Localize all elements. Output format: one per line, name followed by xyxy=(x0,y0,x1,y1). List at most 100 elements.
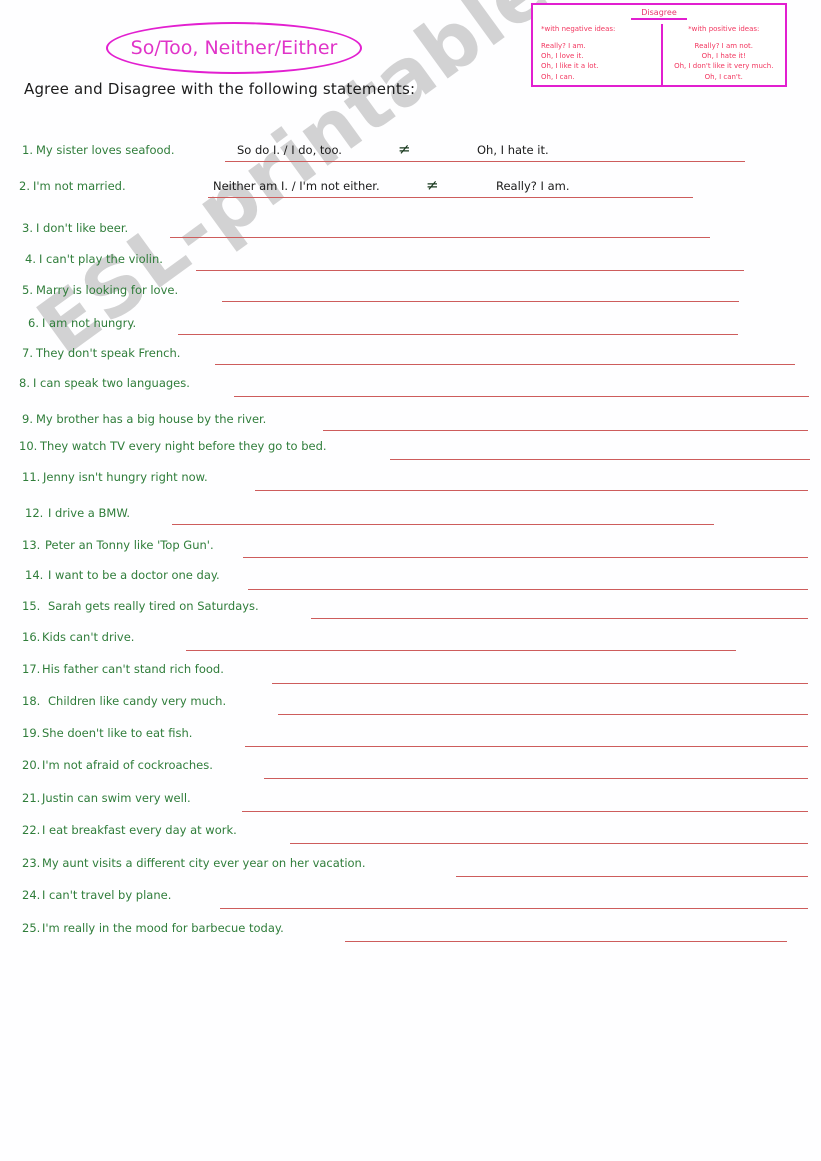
answer-write-line[interactable] xyxy=(225,161,745,162)
question-number: 14. xyxy=(25,568,44,582)
disagree-positive-column: *with positive ideas: Really? I am not. … xyxy=(663,24,786,86)
question-number: 18. xyxy=(22,694,41,708)
question-text: His father can't stand rich food. xyxy=(42,662,224,676)
negative-phrase: Oh, I can. xyxy=(541,72,575,81)
question-text: I want to be a doctor one day. xyxy=(48,568,220,582)
answer-write-line[interactable] xyxy=(196,270,744,271)
question-number: 23. xyxy=(22,856,41,870)
answer-write-line[interactable] xyxy=(215,364,795,365)
answer-write-line[interactable] xyxy=(186,650,736,651)
question-text: Sarah gets really tired on Saturdays. xyxy=(48,599,259,613)
question-text: I'm not married. xyxy=(33,179,126,193)
answer-write-line[interactable] xyxy=(272,683,808,684)
question-number: 4. xyxy=(25,252,36,266)
answer-write-line[interactable] xyxy=(456,876,808,877)
answer-write-line[interactable] xyxy=(222,301,739,302)
question-text: They watch TV every night before they go… xyxy=(40,439,327,453)
answer-write-line[interactable] xyxy=(390,459,810,460)
question-text: My brother has a big house by the river. xyxy=(36,412,267,426)
question-text: I can speak two languages. xyxy=(33,376,190,390)
question-text: I drive a BMW. xyxy=(48,506,131,520)
worksheet-title-oval: So/Too, Neither/Either xyxy=(106,22,362,74)
answer-write-line[interactable] xyxy=(178,334,738,335)
worksheet-page: ESL-printables.com So/Too, Neither/Eithe… xyxy=(0,0,821,1161)
question-list: 1. My sister loves seafood. 2. I'm not marr… xyxy=(0,0,821,1161)
question-number: 1. xyxy=(22,143,33,157)
question-number: 15. xyxy=(22,599,41,613)
example-agree-answer-2: Neither am I. / I'm not either. xyxy=(213,179,380,193)
question-number: 3. xyxy=(22,221,33,235)
answer-write-line[interactable] xyxy=(311,618,808,619)
question-number: 20. xyxy=(22,758,41,772)
disagree-negative-column: *with negative ideas: Really? I am. Oh, … xyxy=(533,24,663,86)
question-number: 13. xyxy=(22,538,41,552)
question-number: 19. xyxy=(22,726,41,740)
answer-write-line[interactable] xyxy=(290,843,808,844)
answer-write-line[interactable] xyxy=(170,237,710,238)
negative-column-header: *with negative ideas: xyxy=(541,25,616,33)
answer-write-line[interactable] xyxy=(323,430,808,431)
question-number: 2. xyxy=(19,179,30,193)
negative-phrase: Oh, I like it a lot. xyxy=(541,62,599,71)
question-number: 21. xyxy=(22,791,41,805)
positive-column-header: *with positive ideas: xyxy=(688,25,760,33)
answer-write-line[interactable] xyxy=(234,396,809,397)
question-number: 22. xyxy=(22,823,41,837)
positive-phrase: Really? I am not. xyxy=(694,42,753,51)
answer-write-line[interactable] xyxy=(255,490,808,491)
question-text: My sister loves seafood. xyxy=(36,143,175,157)
question-number: 25. xyxy=(22,921,41,935)
positive-phrase: Oh, I hate it! xyxy=(701,52,746,61)
question-number: 16. xyxy=(22,630,41,644)
answer-write-line[interactable] xyxy=(248,589,808,590)
question-text: Jenny isn't hungry right now. xyxy=(43,470,208,484)
question-text: I eat breakfast every day at work. xyxy=(42,823,237,837)
positive-phrase: Oh, I can't. xyxy=(704,72,743,81)
negative-phrase: Really? I am. xyxy=(541,42,586,51)
question-text: I am not hungry. xyxy=(42,316,137,330)
answer-write-line[interactable] xyxy=(220,908,808,909)
question-text: I can't travel by plane. xyxy=(42,888,172,902)
not-equal-icon: ≠ xyxy=(398,140,411,158)
question-text: Children like candy very much. xyxy=(48,694,227,708)
example-agree-answer-1: So do I. / I do, too. xyxy=(237,143,342,157)
question-number: 9. xyxy=(22,412,33,426)
question-text: I'm not afraid of cockroaches. xyxy=(42,758,213,772)
negative-phrase: Oh, I love it. xyxy=(541,52,584,61)
question-number: 8. xyxy=(19,376,30,390)
answer-write-line[interactable] xyxy=(242,811,808,812)
answer-write-line[interactable] xyxy=(243,557,808,558)
question-text: She doen't like to eat fish. xyxy=(42,726,193,740)
question-text: They don't speak French. xyxy=(36,346,181,360)
not-equal-icon: ≠ xyxy=(426,176,439,194)
example-disagree-answer-1: Oh, I hate it. xyxy=(477,143,549,157)
question-number: 6. xyxy=(28,316,39,330)
answer-write-line[interactable] xyxy=(264,778,808,779)
answer-write-line[interactable] xyxy=(172,524,714,525)
question-text: Marry is looking for love. xyxy=(36,283,179,297)
question-text: Peter an Tonny like 'Top Gun'. xyxy=(45,538,214,552)
disagree-reference-box: Disagree *with negative ideas: Really? I… xyxy=(531,3,787,87)
question-number: 17. xyxy=(22,662,41,676)
answer-write-line[interactable] xyxy=(245,746,808,747)
question-number: 5. xyxy=(22,283,33,297)
question-number: 7. xyxy=(22,346,33,360)
question-number: 24. xyxy=(22,888,41,902)
positive-phrase: Oh, I don't like it very much. xyxy=(674,62,774,71)
question-text: I don't like beer. xyxy=(36,221,129,235)
question-text: Kids can't drive. xyxy=(42,630,135,644)
page-title: So/Too, Neither/Either xyxy=(130,37,338,59)
answer-write-line[interactable] xyxy=(278,714,808,715)
disagree-heading-label: Disagree xyxy=(631,8,687,20)
question-text: My aunt visits a different city ever yea… xyxy=(42,856,366,870)
question-number: 10. xyxy=(19,439,38,453)
question-text: Justin can swim very well. xyxy=(42,791,191,805)
answer-write-line[interactable] xyxy=(208,197,693,198)
example-disagree-answer-2: Really? I am. xyxy=(496,179,570,193)
answer-write-line[interactable] xyxy=(345,941,787,942)
disagree-columns: *with negative ideas: Really? I am. Oh, … xyxy=(533,24,785,86)
question-number: 11. xyxy=(22,470,41,484)
question-number: 12. xyxy=(25,506,44,520)
disagree-box-heading: Disagree xyxy=(533,8,785,21)
question-text: I'm really in the mood for barbecue toda… xyxy=(42,921,284,935)
